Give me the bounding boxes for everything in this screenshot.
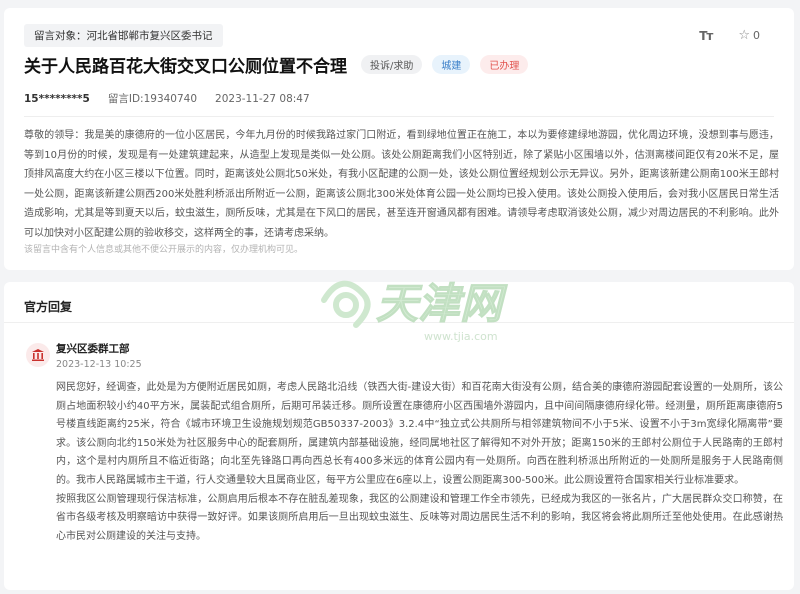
svg-text:天津网: 天津网 <box>376 279 508 328</box>
government-building-icon <box>32 349 44 361</box>
reply-date: 2023-12-13 10:25 <box>56 359 142 370</box>
title-row: 关于人民路百花大街交叉口公厕位置不合理 投诉/求助 城建 已办理 <box>24 52 538 77</box>
reply-body: 网民您好，经调查，此处是为方便附近居民如厕，考虑人民路北沿线（铁西大街-建设大街… <box>56 379 783 546</box>
reply-header: 官方回复 <box>24 300 73 314</box>
category-badge[interactable]: 城建 <box>432 55 471 74</box>
post-time: 2023-11-27 08:47 <box>215 92 310 105</box>
status-badge: 已办理 <box>480 55 529 74</box>
message-id: 留言ID:19340740 <box>107 93 198 105</box>
type-badge[interactable]: 投诉/求助 <box>361 55 423 74</box>
poster-id: 15********5 <box>24 92 90 105</box>
divider <box>4 322 794 323</box>
reply-paragraph: 网民您好，经调查，此处是为方便附近居民如厕，考虑人民路北沿线（铁西大街-建设大街… <box>56 382 783 486</box>
divider <box>24 116 774 117</box>
favorite-button[interactable]: ☆ 0 <box>738 28 760 43</box>
meta-row: 15********5 留言ID:19340740 2023-11-27 08:… <box>24 91 310 106</box>
page-title: 关于人民路百花大街交叉口公厕位置不合理 <box>24 57 347 77</box>
watermark-url: www.tjia.com <box>424 330 498 343</box>
complaint-body: 尊敬的领导：我是美的康德府的一位小区居民，今年九月份的时候我路过家门口附近，看到… <box>24 130 779 239</box>
star-count: 0 <box>753 29 760 42</box>
privacy-disclaimer: 该留言中含有个人信息或其他不便公开展示的内容，仅办理机构可见。 <box>24 245 304 255</box>
department-name: 复兴区委群工部 <box>56 343 130 355</box>
avatar <box>26 343 50 367</box>
toolbar: Tт ☆ 0 <box>699 28 760 43</box>
target-tag: 留言对象：河北省邯郸市复兴区委书记 <box>24 24 223 47</box>
complaint-card: 留言对象：河北省邯郸市复兴区委书记 Tт ☆ 0 关于人民路百花大街交叉口公厕位… <box>4 8 794 270</box>
reply-paragraph: 按照我区公厕管理现行保洁标准，公厕启用后根本不存在脏乱差现象，我区的公厕建设和管… <box>56 493 783 542</box>
font-size-icon[interactable]: Tт <box>699 29 713 43</box>
star-icon: ☆ <box>738 28 750 43</box>
watermark-logo: 天津网 www.tjia.com <box>321 279 509 343</box>
department-row: 复兴区委群工部 2023-12-13 10:25 <box>26 342 142 370</box>
reply-card: 官方回复 天津网 www.tjia.com 复兴区委群工部 2023-12-13… <box>4 279 794 590</box>
